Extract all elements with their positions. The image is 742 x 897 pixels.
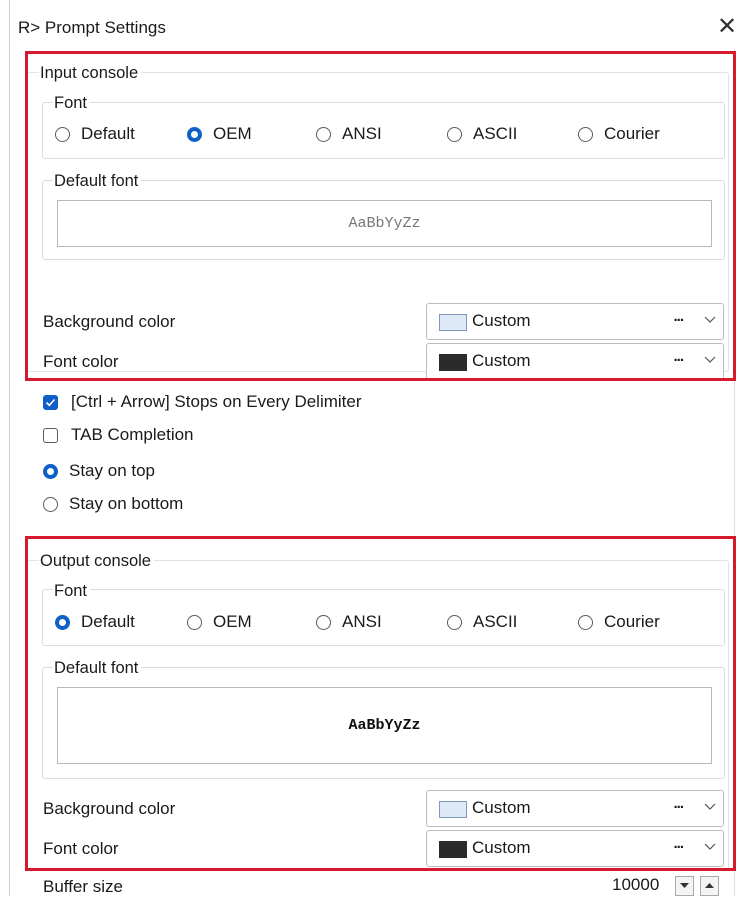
radio-label: Stay on top xyxy=(69,461,156,480)
radio-label: ANSI xyxy=(342,612,382,631)
output-font-radio-courier[interactable]: Courier xyxy=(578,612,660,632)
radio-circle xyxy=(578,126,593,142)
output-background-color-dropdown[interactable]: Custom ... xyxy=(426,790,724,827)
buffer-spin-down-button[interactable] xyxy=(675,876,694,896)
output-font-radio-ansi[interactable]: ANSI xyxy=(316,612,382,632)
output-font-radio-ascii[interactable]: ASCII xyxy=(447,612,517,632)
dropdown-value: Custom xyxy=(472,838,531,857)
close-icon[interactable]: ✕ xyxy=(717,15,737,39)
chevron-down-icon xyxy=(704,356,716,363)
output-font-radio-default[interactable]: Default xyxy=(55,612,135,632)
dropdown-value: Custom xyxy=(472,311,531,330)
checkbox-label: [Ctrl + Arrow] Stops on Every Delimiter xyxy=(71,392,362,411)
input-font-preview[interactable]: AaBbYyZz xyxy=(57,200,712,247)
output-console-legend: Output console xyxy=(39,551,154,571)
input-background-color-label: Background color xyxy=(43,312,176,331)
dropdown-value: Custom xyxy=(472,798,531,817)
radio-circle xyxy=(55,126,70,142)
radio-circle xyxy=(578,614,593,630)
input-console-legend: Input console xyxy=(39,63,142,83)
input-font-legend: Font xyxy=(53,93,91,113)
ctrl-arrow-checkbox[interactable]: [Ctrl + Arrow] Stops on Every Delimiter xyxy=(43,392,362,412)
output-font-color-label: Font color xyxy=(43,839,119,858)
radio-label: OEM xyxy=(213,612,252,631)
input-default-font-legend: Default font xyxy=(53,171,142,191)
radio-label: Courier xyxy=(604,612,660,631)
chevron-down-icon xyxy=(704,843,716,850)
buffer-size-value[interactable]: 10000 xyxy=(612,875,659,895)
buffer-size-label: Buffer size xyxy=(43,877,124,896)
radio-circle-selected xyxy=(43,463,58,479)
radio-label: Stay on bottom xyxy=(69,494,184,513)
output-font-preview[interactable]: AaBbYyZz xyxy=(57,687,712,764)
stay-on-bottom-radio[interactable]: Stay on bottom xyxy=(43,494,183,514)
radio-label: OEM xyxy=(213,124,252,143)
input-background-color-dropdown[interactable]: Custom ... xyxy=(426,303,724,340)
input-font-radio-ascii[interactable]: ASCII xyxy=(447,124,517,144)
radio-circle-selected xyxy=(187,126,202,142)
input-font-color-label: Font color xyxy=(43,352,119,371)
color-swatch xyxy=(439,841,467,858)
radio-label: ASCII xyxy=(473,612,518,631)
window-title: R> Prompt Settings xyxy=(18,18,166,37)
more-dots-icon: ... xyxy=(673,835,683,852)
input-font-radio-default[interactable]: Default xyxy=(55,124,135,144)
stay-on-top-radio[interactable]: Stay on top xyxy=(43,461,155,481)
radio-label: ANSI xyxy=(342,124,382,143)
dropdown-value: Custom xyxy=(472,351,531,370)
checkbox-unchecked xyxy=(43,427,58,443)
triangle-up-icon xyxy=(705,883,714,888)
color-swatch xyxy=(439,354,467,371)
checkmark-icon xyxy=(45,398,56,406)
input-font-color-dropdown[interactable]: Custom ... xyxy=(426,343,724,380)
checkbox-checked xyxy=(43,394,58,410)
chevron-down-icon xyxy=(704,803,716,810)
radio-circle-selected xyxy=(55,614,70,630)
radio-label: Courier xyxy=(604,124,660,143)
input-font-radio-courier[interactable]: Courier xyxy=(578,124,660,144)
radio-circle xyxy=(447,126,462,142)
color-swatch xyxy=(439,801,467,818)
triangle-down-icon xyxy=(680,883,689,888)
chevron-down-icon xyxy=(704,316,716,323)
radio-circle xyxy=(316,614,331,630)
radio-circle xyxy=(187,614,202,630)
color-swatch xyxy=(439,314,467,331)
radio-label: Default xyxy=(81,612,135,631)
output-font-legend: Font xyxy=(53,581,91,601)
radio-label: ASCII xyxy=(473,124,518,143)
radio-circle xyxy=(447,614,462,630)
input-font-radio-ansi[interactable]: ANSI xyxy=(316,124,382,144)
more-dots-icon: ... xyxy=(673,795,683,812)
window-right-edge xyxy=(734,50,735,896)
output-default-font-legend: Default font xyxy=(53,658,142,678)
output-font-radio-oem[interactable]: OEM xyxy=(187,612,252,632)
checkbox-label: TAB Completion xyxy=(71,425,194,444)
more-dots-icon: ... xyxy=(673,308,683,325)
window-left-edge xyxy=(9,0,10,896)
output-background-color-label: Background color xyxy=(43,799,176,818)
radio-label: Default xyxy=(81,124,135,143)
more-dots-icon: ... xyxy=(673,348,683,365)
buffer-spin-up-button[interactable] xyxy=(700,876,719,896)
input-font-radio-oem[interactable]: OEM xyxy=(187,124,252,144)
tab-completion-checkbox[interactable]: TAB Completion xyxy=(43,425,194,445)
radio-circle xyxy=(316,126,331,142)
output-font-color-dropdown[interactable]: Custom ... xyxy=(426,830,724,867)
radio-circle xyxy=(43,496,58,512)
